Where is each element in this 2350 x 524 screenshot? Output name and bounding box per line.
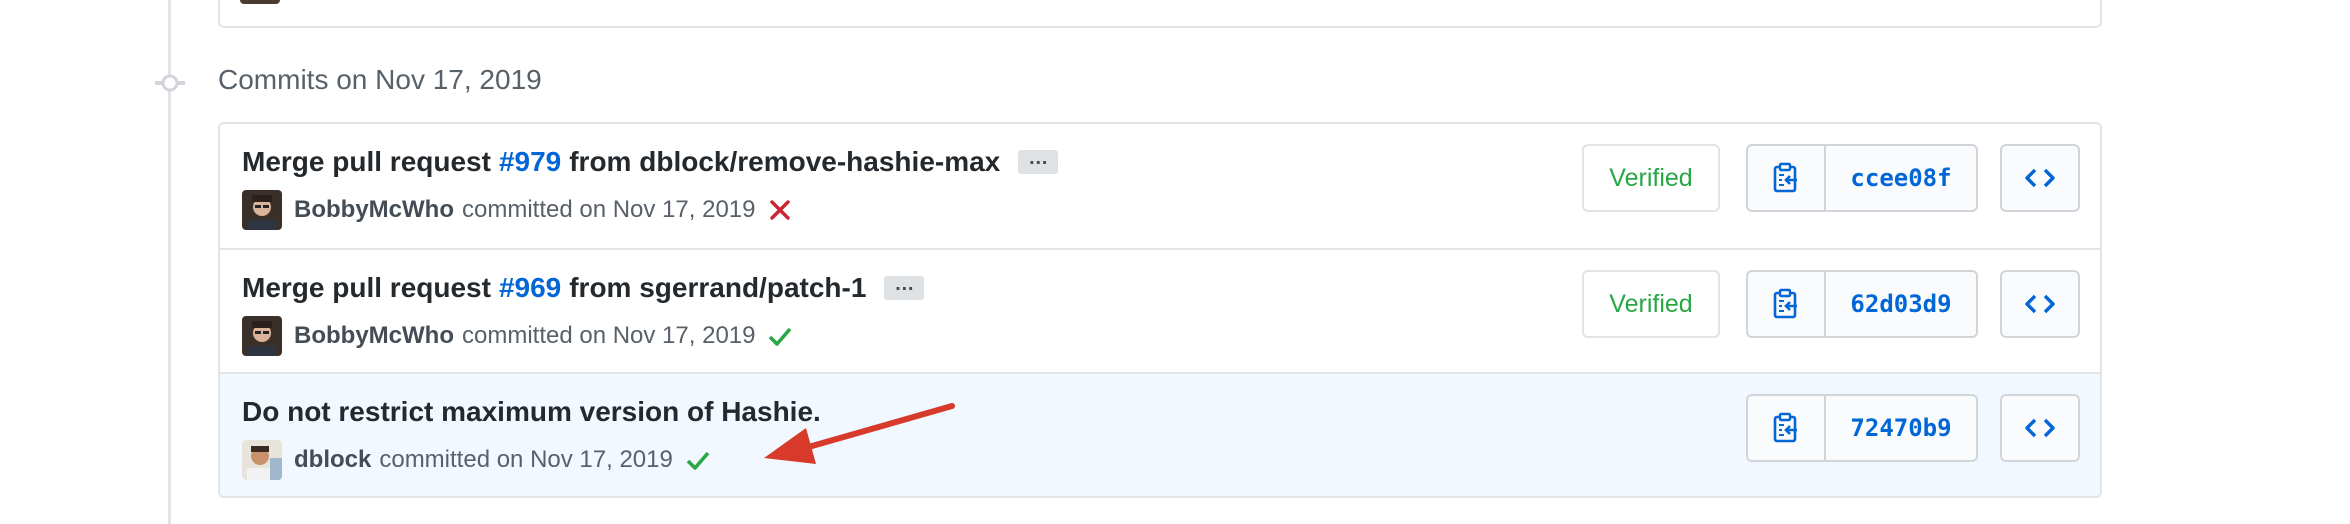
commit-title-suffix[interactable]: from dblock/remove-hashie-max <box>569 146 1000 178</box>
git-commit-icon <box>155 74 185 92</box>
check-icon[interactable] <box>767 323 793 349</box>
sha-button-group: 72470b9 <box>1746 394 1978 462</box>
commit-author[interactable]: dblock <box>294 446 371 474</box>
copy-sha-button[interactable] <box>1748 272 1826 336</box>
expand-message-button[interactable]: … <box>1018 148 1059 174</box>
copy-sha-button[interactable] <box>1748 146 1826 210</box>
sha-button-group: 62d03d9 <box>1746 270 1978 338</box>
commit-date-text: committed on Nov 17, 2019 <box>461 196 756 223</box>
commit-row: Merge pull request #979 from dblock/remo… <box>220 124 2100 248</box>
expand-message-button[interactable]: … <box>884 274 925 300</box>
commit-date-text: committed on Nov 17, 2019 <box>461 322 756 349</box>
previous-commit-list <box>218 0 2102 28</box>
clipboard-icon <box>1773 412 1797 443</box>
pull-request-link[interactable]: #979 <box>499 146 561 178</box>
commit-title-prefix[interactable]: Merge pull request <box>242 272 491 304</box>
browse-repository-button[interactable] <box>2000 270 2080 338</box>
annotation-arrow-icon <box>764 403 955 464</box>
commit-title-suffix[interactable]: from sgerrand/patch-1 <box>569 272 866 304</box>
check-icon[interactable] <box>685 447 711 473</box>
copy-sha-button[interactable] <box>1748 396 1826 460</box>
code-icon <box>2025 294 2055 314</box>
commit-sha-link[interactable]: ccee08f <box>1826 146 1976 210</box>
browse-repository-button[interactable] <box>2000 144 2080 212</box>
commit-meta: BobbyMcWho committed on Nov 17, 2019 <box>242 316 793 356</box>
code-icon <box>2025 168 2055 188</box>
commit-title-prefix[interactable]: Merge pull request <box>242 146 491 178</box>
commit-title[interactable]: Do not restrict maximum version of Hashi… <box>242 396 821 428</box>
commit-sha-link[interactable]: 62d03d9 <box>1826 272 1976 336</box>
pull-request-link[interactable]: #969 <box>499 272 561 304</box>
commit-meta: dblock committed on Nov 17, 2019 <box>242 440 711 480</box>
commit-list: Merge pull request #979 from dblock/remo… <box>218 122 2102 498</box>
commit-author[interactable]: BobbyMcWho <box>294 196 454 224</box>
commit-row: Merge pull request #969 from sgerrand/pa… <box>220 248 2100 372</box>
clipboard-icon <box>1773 162 1797 193</box>
avatar[interactable] <box>242 190 282 230</box>
avatar[interactable] <box>242 316 282 356</box>
commit-group-title: Commits on Nov 17, 2019 <box>218 64 542 95</box>
clipboard-icon <box>1773 288 1797 319</box>
avatar[interactable] <box>242 440 282 480</box>
sha-button-group: ccee08f <box>1746 144 1978 212</box>
x-icon[interactable] <box>767 197 793 223</box>
verified-badge[interactable]: Verified <box>1582 144 1720 212</box>
commit-date-text: committed on Nov 17, 2019 <box>379 446 673 473</box>
commit-title[interactable]: Merge pull request #979 from dblock/remo… <box>242 146 1059 178</box>
commit-row: Do not restrict maximum version of Hashi… <box>220 372 2100 496</box>
avatar <box>240 0 280 4</box>
commit-sha-link[interactable]: 72470b9 <box>1826 396 1976 460</box>
commit-title[interactable]: Merge pull request #969 from sgerrand/pa… <box>242 272 925 304</box>
verified-badge[interactable]: Verified <box>1582 270 1720 338</box>
commit-author[interactable]: BobbyMcWho <box>294 322 454 350</box>
commit-meta: BobbyMcWho committed on Nov 17, 2019 <box>242 190 793 230</box>
code-icon <box>2025 418 2055 438</box>
browse-repository-button[interactable] <box>2000 394 2080 462</box>
